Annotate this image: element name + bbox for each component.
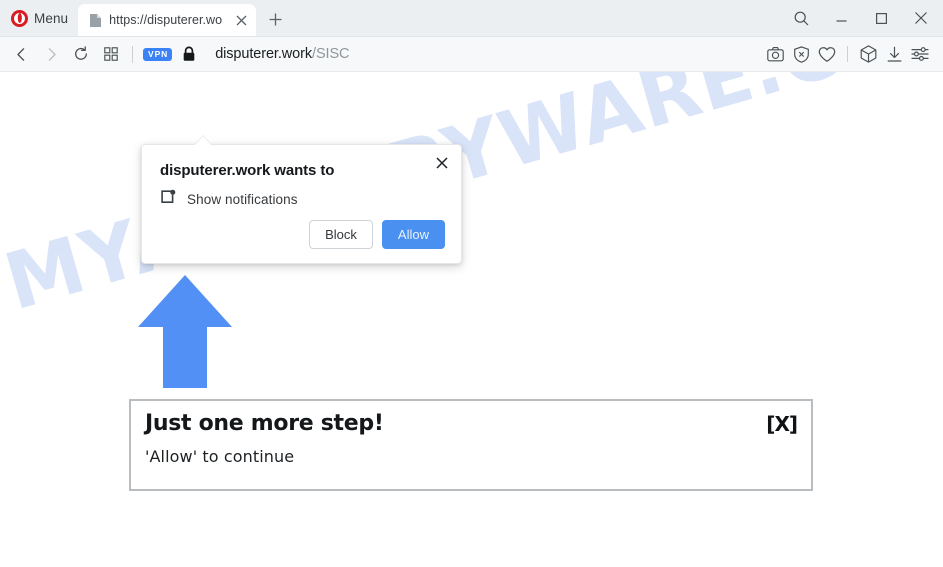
block-button[interactable]: Block	[309, 220, 373, 249]
address-bar-url[interactable]: disputerer.work/SISC	[215, 46, 349, 62]
sliders-icon	[911, 47, 929, 61]
cube-icon	[860, 45, 876, 63]
minimize-button[interactable]	[821, 1, 861, 35]
tab-title: https://disputerer.wo	[109, 13, 223, 27]
browser-toolbar-right	[762, 40, 937, 68]
maximize-button[interactable]	[861, 1, 901, 35]
snapshot-button[interactable]	[762, 40, 788, 68]
browser-tab[interactable]: https://disputerer.wo	[78, 4, 257, 36]
lock-icon[interactable]	[182, 46, 196, 62]
chevron-right-icon	[48, 47, 56, 61]
navigation-toolbar: VPN disputerer.work/SISC	[0, 37, 943, 72]
grid-apps-icon	[104, 47, 118, 61]
window-controls	[781, 0, 943, 36]
tab-strip: Menu https://disputerer.wo	[0, 0, 943, 37]
scam-content-box: [X] Just one more step! 'Allow' to conti…	[129, 399, 813, 491]
easy-setup-button[interactable]	[907, 40, 933, 68]
allow-button[interactable]: Allow	[381, 220, 445, 249]
download-icon	[887, 46, 901, 62]
page-viewport: MYANTISPYWARE.COM [X] Just one more step…	[0, 72, 943, 567]
reload-button[interactable]	[66, 40, 96, 68]
back-button[interactable]	[6, 40, 36, 68]
popup-title: disputerer.work wants to	[160, 162, 335, 179]
content-subtext: 'Allow' to continue	[145, 447, 295, 466]
content-heading: Just one more step!	[145, 411, 384, 436]
toolbar-divider-2	[847, 46, 848, 62]
search-button[interactable]	[781, 1, 821, 35]
tab-close-icon[interactable]	[232, 11, 250, 29]
page-favicon-icon	[89, 13, 102, 28]
vpn-badge[interactable]: VPN	[143, 47, 173, 61]
ad-blocker-button[interactable]	[788, 40, 814, 68]
browser-window: Menu https://disputerer.wo VPN disputere…	[0, 0, 943, 567]
content-close-button[interactable]: [X]	[766, 412, 798, 436]
camera-icon	[766, 46, 784, 61]
menu-label: Menu	[34, 10, 69, 26]
up-arrow-icon	[138, 275, 232, 388]
url-path: /SISC	[312, 46, 350, 62]
url-host: disputerer.work	[215, 46, 313, 62]
show-notifications-icon	[160, 189, 176, 210]
popup-permission-row: Show notifications	[160, 189, 298, 210]
forward-button[interactable]	[36, 40, 66, 68]
close-window-button[interactable]	[901, 1, 941, 35]
chevron-left-icon	[16, 47, 24, 61]
shield-x-icon	[793, 45, 809, 63]
player-button[interactable]	[855, 40, 881, 68]
popup-close-icon[interactable]	[431, 152, 453, 174]
notification-permission-popup: disputerer.work wants to Show notificati…	[141, 144, 462, 264]
opera-menu-button[interactable]: Menu	[0, 0, 78, 36]
downloads-button[interactable]	[881, 40, 907, 68]
popup-button-group: Block Allow	[309, 220, 445, 249]
favorites-button[interactable]	[814, 40, 840, 68]
reload-icon	[75, 46, 87, 60]
apps-button[interactable]	[96, 40, 126, 68]
new-tab-button[interactable]	[261, 4, 289, 34]
toolbar-divider	[132, 45, 133, 63]
opera-logo-icon	[11, 9, 28, 27]
popup-permission-label: Show notifications	[187, 192, 298, 207]
heart-icon	[818, 46, 836, 62]
popup-pointer	[195, 136, 211, 145]
